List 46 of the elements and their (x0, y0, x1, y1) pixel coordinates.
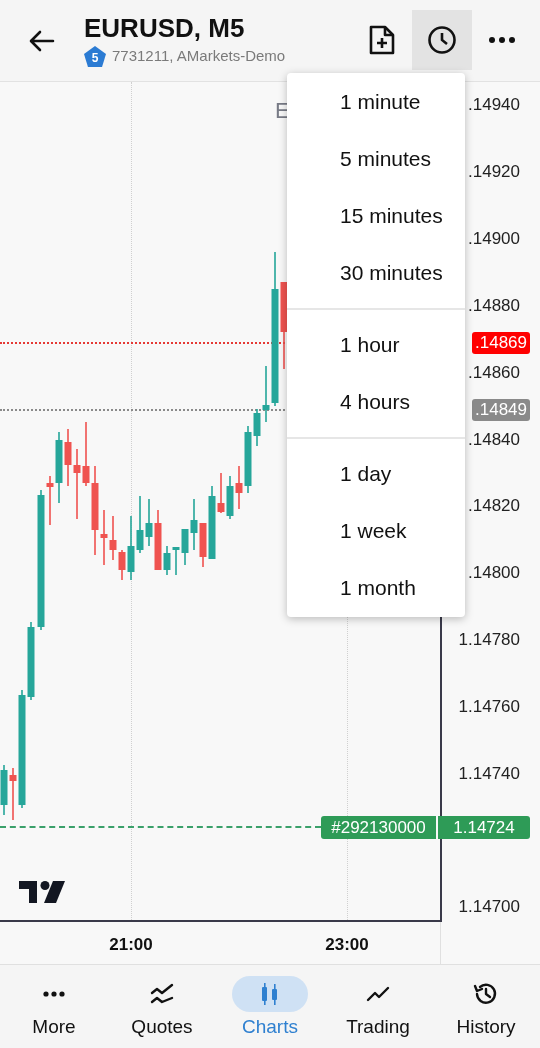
order-price-tag: 1.14724 (438, 816, 530, 839)
order-ticket-tag: #292130000 (321, 816, 436, 839)
account-badge: 5 (84, 46, 106, 67)
price-axis-label: 1.14760 (458, 696, 520, 719)
window-title: EURUSD, M5 (84, 13, 246, 44)
price-axis-label: .14840 (468, 428, 520, 451)
price-axis-label: .14900 (468, 227, 520, 250)
menu-item[interactable]: 1 week (287, 502, 465, 559)
price-axis-label: .14920 (468, 160, 520, 183)
nav-tab[interactable]: Charts (216, 976, 324, 1039)
more-icon (489, 36, 515, 43)
history-icon (473, 981, 499, 1007)
zigzag-icon (150, 983, 174, 1005)
menu-item[interactable]: 1 minute (287, 73, 465, 130)
price-axis-label: .14940 (468, 94, 520, 116)
price-axis-label: .14820 (468, 495, 520, 518)
menu-item[interactable]: 5 minutes (287, 130, 465, 187)
clock-button[interactable] (412, 9, 472, 70)
time-axis-label: 23:00 (324, 934, 370, 956)
time-axis-label: 21:00 (108, 934, 154, 956)
price-axis-label: 1.14780 (458, 629, 520, 652)
menu-item[interactable]: 1 hour (287, 316, 465, 373)
clock-icon (427, 24, 457, 55)
nav-tab[interactable]: Quotes (108, 976, 216, 1039)
price-axis-label: .14800 (468, 562, 520, 585)
nav-tab[interactable]: History (432, 976, 540, 1039)
bid-price-tag: .14849 (472, 399, 530, 421)
trend-line-icon (366, 986, 390, 1002)
price-axis-label: .14860 (468, 361, 520, 384)
price-axis-label: 1.14700 (458, 896, 520, 918)
more-icon (43, 991, 65, 997)
account-label: 7731211, AMarkets-Demo (112, 46, 286, 67)
price-axis-label: 1.14740 (458, 763, 520, 785)
back-arrow-icon (29, 29, 55, 52)
nav-tab[interactable]: More (0, 976, 108, 1039)
nav-tab[interactable]: Trading (324, 976, 432, 1039)
menu-item[interactable]: 4 hours (287, 373, 465, 430)
menu-item[interactable]: 1 day (287, 445, 465, 502)
ask-price-tag: .14869 (472, 332, 530, 354)
price-axis-label: .14880 (468, 294, 520, 317)
candlestick-icon (260, 982, 280, 1006)
tradingview-logo-icon (19, 881, 65, 903)
menu-item[interactable]: 15 minutes (287, 187, 465, 244)
file-plus-icon (369, 24, 395, 55)
menu-item[interactable]: 30 minutes (287, 244, 465, 301)
menu-item[interactable]: 1 month (287, 559, 465, 616)
